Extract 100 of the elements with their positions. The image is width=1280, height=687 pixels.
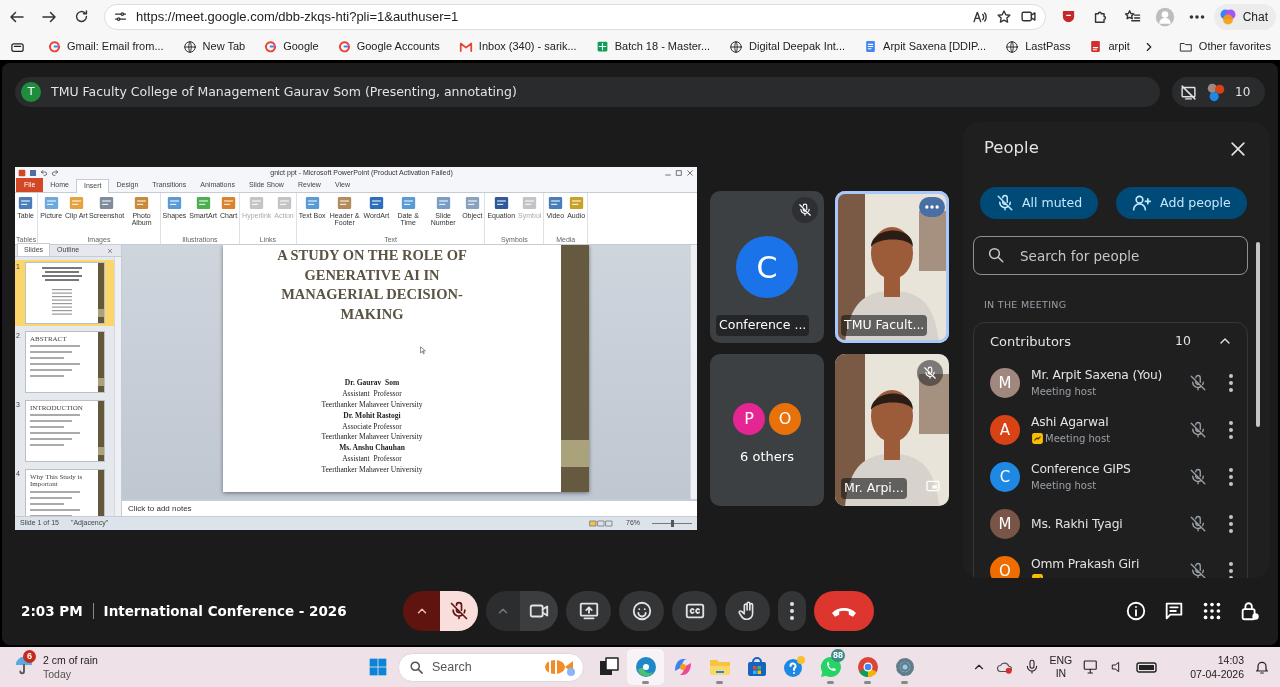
mouse-pointer-icon [419,345,428,356]
mic-off-icon [923,366,937,380]
present-screen-icon [577,600,600,622]
participant-tile[interactable]: C Conference ... [710,191,824,343]
address-bar[interactable]: https://meet.google.com/dbb-zkqs-hti?pli=1&authuser=1 [104,3,1046,30]
notification-bell-icon[interactable] [1254,659,1270,675]
g-logo-icon [337,40,351,53]
more-options-button[interactable] [778,591,806,631]
captions-button[interactable] [672,591,717,631]
windows-logo-icon[interactable] [368,657,388,677]
mic-off-icon [449,601,469,621]
more-icon [1229,420,1233,439]
panel-title: People [984,136,1039,159]
redo-icon[interactable] [51,169,59,177]
bookmark-link[interactable]: LastPass [998,36,1078,57]
bookmark-link[interactable]: New Tab [175,36,253,57]
raise-hand-button[interactable] [725,591,770,631]
scrollbar[interactable] [1256,242,1260,427]
undo-icon[interactable] [40,169,48,177]
taskbar-search[interactable]: Search [398,652,584,682]
save-icon[interactable] [29,169,37,177]
avatar: O [769,403,801,436]
avatar: A [990,414,1020,445]
url-text: https://meet.google.com/dbb-zkqs-hti?pli=1&authuser=1 [136,7,460,26]
more-icon [925,205,939,209]
camera-button[interactable] [520,591,558,631]
favorite-star-icon[interactable] [995,8,1012,25]
mic-off-icon [996,194,1014,212]
weather-text: 2 cm of rain [43,653,98,667]
chat-button[interactable]: Chat [1213,3,1276,30]
clock[interactable]: 14:03 07-04-2026 [1190,653,1244,681]
more-icon [1229,561,1233,578]
host-controls-icon[interactable] [1239,600,1261,622]
participant-tile[interactable]: P O 6 others [710,354,824,506]
participants-avatars-icon [1205,81,1227,103]
participant-count: 10 [1235,84,1251,101]
participant-tile[interactable]: Mr. Arpi... [835,354,949,506]
other-favorites-link[interactable]: Other favorites [1171,36,1278,57]
globe-icon [729,39,744,54]
more-options-button[interactable] [1229,420,1233,439]
more-icon [1229,514,1233,533]
others-label: 6 others [740,448,794,467]
scrollbar[interactable] [690,245,697,499]
bookmark-link[interactable]: Batch 18 - Master... [588,36,718,57]
chat-icon[interactable] [1163,600,1185,622]
meeting-name: International Conference - 2026 [103,601,347,621]
chrome-browser-icon [855,655,880,679]
slide-title: A STUDY ON THE ROLE OF GENERATIVE AI IN MANAGERIAL DECISION- MAKING [277,246,467,324]
more-options-button[interactable] [1229,467,1233,486]
presenter-title: TMU Faculty College of Management Gaurav Som (Presenting, annotating) [51,82,517,101]
more-icon [1229,373,1233,392]
globe-icon [182,39,197,54]
apps-icon[interactable] [1201,600,1223,622]
more-options-button[interactable] [1229,561,1233,578]
participant-name: Conference ... [716,315,810,336]
notification-badge: 88 [831,649,845,662]
more-options-button[interactable] [1229,514,1233,533]
more-options-button[interactable] [1229,373,1233,392]
pdf-file-icon [1089,40,1103,53]
reactions-button[interactable] [619,591,664,631]
participant-name: Conference GIPS [1031,461,1132,479]
info-icon[interactable] [1125,600,1147,622]
avatar: C [990,461,1020,492]
search-icon [987,246,1005,264]
all-muted-button[interactable]: All muted [980,187,1099,219]
participant-name: Mr. Arpit Saxena (You) [1031,367,1164,385]
bookmark-link[interactable]: Digital Deepak Int... [722,36,853,57]
slide-side-bar [98,401,104,461]
language-indicator[interactable]: ENG IN [1049,654,1073,680]
scrollbar[interactable] [114,257,121,516]
taskbar-app[interactable]: 88 [812,649,849,685]
participant-tile[interactable]: TMU Facult... [835,191,949,343]
spreadsheet-icon [595,40,609,53]
avatar: P [733,403,765,436]
bookmark-link[interactable]: Gmail: Email from... [41,36,171,57]
maximize-icon[interactable] [675,169,683,177]
add-person-icon [1132,193,1153,213]
bookmark-link[interactable]: Arpit Saxena [DDIP... [857,36,994,57]
participants-button[interactable]: 10 [1172,77,1265,107]
app-logo-icon [18,169,26,177]
end-call-button[interactable] [814,591,874,631]
role-label: Meeting host [1045,432,1111,447]
notification-badge: 6 [23,650,36,663]
avatar: M [990,508,1020,539]
bookmark-link[interactable]: Google [257,36,326,57]
bookmark-link[interactable]: arpit [1082,36,1137,57]
g-logo-icon [48,40,61,53]
group-header[interactable]: Contributors 10 [974,323,1247,360]
bookmark-link[interactable]: Inbox (340) - sarik... [451,36,584,57]
section-label: IN THE MEETING [984,298,1068,312]
participant-name: Omm Prakash Giri [1031,556,1141,574]
bookmark-link[interactable]: Google Accounts [330,36,447,57]
slider-thumb[interactable] [671,520,674,527]
add-people-button[interactable]: Add people [1116,187,1247,219]
search-field[interactable]: Search for people [973,236,1248,275]
participant-name: TMU Facult... [841,315,928,336]
slide-side-bar [98,470,104,516]
participant-name: Ms. Rakhi Tyagi [1031,515,1124,533]
present-button[interactable] [566,591,611,631]
microphone-button[interactable] [440,591,478,631]
